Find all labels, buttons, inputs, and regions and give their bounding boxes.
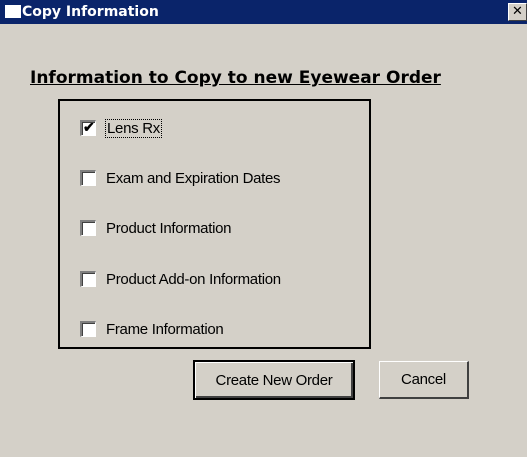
product-add-on-information-checkbox[interactable] bbox=[80, 271, 96, 287]
option-product-information[interactable]: Product Information bbox=[80, 217, 232, 239]
product-information-checkbox[interactable] bbox=[80, 220, 96, 236]
create-new-order-button[interactable]: Create New Order bbox=[193, 360, 355, 400]
close-button[interactable]: ✕ bbox=[508, 3, 527, 21]
exam-expiration-dates-checkbox[interactable] bbox=[80, 170, 96, 186]
lens-rx-label[interactable]: Lens Rx bbox=[105, 118, 162, 138]
option-frame-information[interactable]: Frame Information bbox=[80, 318, 224, 340]
product-information-label[interactable]: Product Information bbox=[106, 220, 232, 237]
exam-expiration-dates-label[interactable]: Exam and Expiration Dates bbox=[106, 170, 281, 187]
section-heading: Information to Copy to new Eyewear Order bbox=[30, 68, 441, 88]
close-icon: ✕ bbox=[512, 4, 523, 19]
option-exam-expiration-dates[interactable]: Exam and Expiration Dates bbox=[80, 167, 281, 189]
frame-information-label[interactable]: Frame Information bbox=[106, 321, 224, 338]
copy-information-dialog: Copy Information ✕ Information to Copy t… bbox=[0, 0, 527, 457]
option-product-add-on-information[interactable]: Product Add-on Information bbox=[80, 268, 281, 290]
product-add-on-information-label[interactable]: Product Add-on Information bbox=[106, 271, 281, 288]
option-lens-rx[interactable]: ✔ Lens Rx bbox=[80, 117, 162, 139]
window-title: Copy Information bbox=[22, 4, 159, 20]
cancel-button[interactable]: Cancel bbox=[379, 361, 469, 399]
checkmark-icon: ✔ bbox=[83, 119, 95, 135]
title-bar[interactable]: Copy Information ✕ bbox=[0, 0, 527, 24]
lens-rx-checkbox[interactable]: ✔ bbox=[80, 119, 96, 136]
window-icon bbox=[5, 5, 21, 18]
frame-information-checkbox[interactable] bbox=[80, 321, 96, 337]
